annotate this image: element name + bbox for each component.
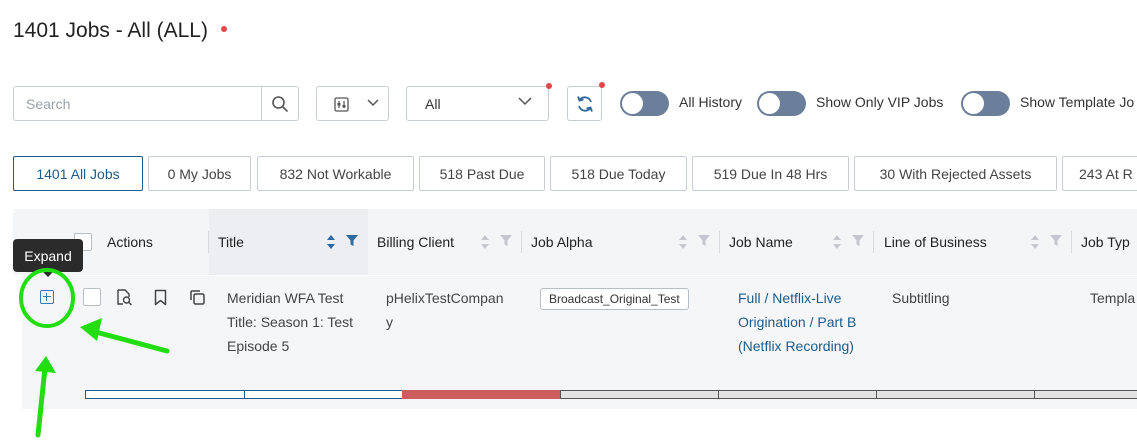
tab-rejected-assets[interactable]: 30 With Rejected Assets bbox=[854, 156, 1057, 191]
expand-icon[interactable] bbox=[40, 290, 54, 304]
tab-due-today[interactable]: 518 Due Today bbox=[550, 156, 687, 191]
task-status-segment[interactable] bbox=[402, 390, 561, 399]
chevron-down-icon bbox=[518, 97, 532, 106]
row-select-checkbox[interactable] bbox=[83, 288, 101, 306]
title-line: Title: Season 1: Test bbox=[227, 314, 354, 330]
cell-line-of-business: Subtitling bbox=[892, 290, 950, 306]
tab-not-workable[interactable]: 832 Not Workable bbox=[257, 156, 414, 191]
expand-tooltip: Expand bbox=[13, 239, 83, 272]
column-header-title[interactable]: Title bbox=[218, 209, 244, 275]
tab-all-jobs[interactable]: 1401 All Jobs bbox=[13, 156, 143, 191]
job-alpha-chip: Broadcast_Original_Test bbox=[540, 288, 689, 310]
notification-dot bbox=[546, 83, 552, 89]
search-button[interactable] bbox=[261, 87, 298, 120]
tab-past-due[interactable]: 518 Past Due bbox=[419, 156, 545, 191]
template-jobs-label: Show Template Jo bbox=[1020, 94, 1135, 110]
toggle-knob bbox=[963, 93, 984, 114]
refresh-button[interactable] bbox=[567, 86, 602, 121]
column-separator bbox=[521, 231, 522, 253]
column-header-job-alpha[interactable]: Job Alpha bbox=[531, 209, 593, 275]
task-status-segment[interactable] bbox=[876, 390, 1035, 399]
job-name-line: Full / Netflix-Live bbox=[738, 290, 842, 306]
vip-jobs-toggle[interactable] bbox=[757, 91, 806, 116]
task-status-segment[interactable] bbox=[85, 390, 245, 399]
job-name-line: (Netflix Recording) bbox=[738, 338, 854, 354]
filter-sliders-icon bbox=[334, 97, 349, 112]
sort-icon[interactable] bbox=[678, 234, 688, 250]
tab-my-jobs[interactable]: 0 My Jobs bbox=[148, 156, 251, 191]
sort-icon[interactable] bbox=[326, 234, 336, 250]
column-separator bbox=[719, 231, 720, 253]
notification-dot bbox=[599, 82, 605, 88]
column-header-job-type[interactable]: Job Typ bbox=[1081, 209, 1130, 275]
column-separator bbox=[1071, 231, 1072, 253]
sort-icon[interactable] bbox=[1030, 234, 1040, 250]
tab-at-risk[interactable]: 243 At R bbox=[1062, 156, 1137, 191]
copy-icon[interactable] bbox=[189, 289, 206, 306]
preview-icon[interactable] bbox=[116, 289, 133, 306]
billing-client-line: pHelixTestCompan bbox=[386, 290, 504, 306]
filter-funnel-icon[interactable] bbox=[346, 235, 358, 247]
title-line: Episode 5 bbox=[227, 338, 290, 354]
tab-due-48-hrs[interactable]: 519 Due In 48 Hrs bbox=[692, 156, 849, 191]
column-header-billing-client[interactable]: Billing Client bbox=[377, 209, 454, 275]
task-status-segment[interactable] bbox=[718, 390, 877, 399]
cell-title: Meridian WFA Test Title: Season 1: Test … bbox=[227, 286, 353, 358]
filter-funnel-icon[interactable] bbox=[698, 235, 710, 247]
filter-funnel-icon[interactable] bbox=[852, 235, 864, 247]
column-header-actions: Actions bbox=[107, 234, 153, 250]
column-header-line-of-business[interactable]: Line of Business bbox=[884, 209, 987, 275]
refresh-icon bbox=[576, 95, 593, 112]
tooltip-arrow bbox=[43, 272, 53, 277]
status-select[interactable]: All bbox=[406, 86, 549, 121]
column-header-job-name[interactable]: Job Name bbox=[729, 209, 793, 275]
sort-icon[interactable] bbox=[832, 234, 842, 250]
page-title: 1401 Jobs - All (ALL) bbox=[13, 19, 208, 42]
filter-funnel-icon[interactable] bbox=[500, 235, 512, 247]
bookmark-icon[interactable] bbox=[154, 289, 167, 306]
status-select-value: All bbox=[425, 96, 441, 112]
view-filter-select[interactable] bbox=[316, 86, 389, 121]
notification-dot bbox=[221, 26, 227, 32]
cell-billing-client: pHelixTestCompan y bbox=[386, 286, 504, 334]
search-icon bbox=[272, 95, 288, 112]
task-status-segment[interactable] bbox=[560, 390, 719, 399]
column-separator bbox=[873, 231, 874, 253]
job-name-line: Origination / Part B bbox=[738, 314, 857, 330]
filter-funnel-icon[interactable] bbox=[1050, 235, 1062, 247]
all-history-toggle[interactable] bbox=[620, 91, 669, 116]
job-name-link[interactable]: Full / Netflix-Live Origination / Part B… bbox=[738, 286, 856, 358]
billing-client-line: y bbox=[386, 314, 393, 330]
all-history-label: All History bbox=[679, 94, 743, 110]
chevron-down-icon bbox=[367, 99, 379, 107]
toggle-knob bbox=[759, 93, 780, 114]
task-status-segment[interactable] bbox=[1034, 390, 1137, 399]
cell-job-type: Templa bbox=[1090, 290, 1136, 306]
template-jobs-toggle[interactable] bbox=[961, 91, 1010, 116]
column-separator bbox=[208, 231, 209, 253]
task-status-segment[interactable] bbox=[244, 390, 403, 399]
title-line: Meridian WFA Test bbox=[227, 290, 344, 306]
vip-jobs-label: Show Only VIP Jobs bbox=[816, 94, 944, 110]
sort-icon[interactable] bbox=[480, 234, 490, 250]
search-input[interactable] bbox=[14, 87, 263, 120]
search-box bbox=[13, 86, 299, 121]
toggle-knob bbox=[622, 93, 643, 114]
